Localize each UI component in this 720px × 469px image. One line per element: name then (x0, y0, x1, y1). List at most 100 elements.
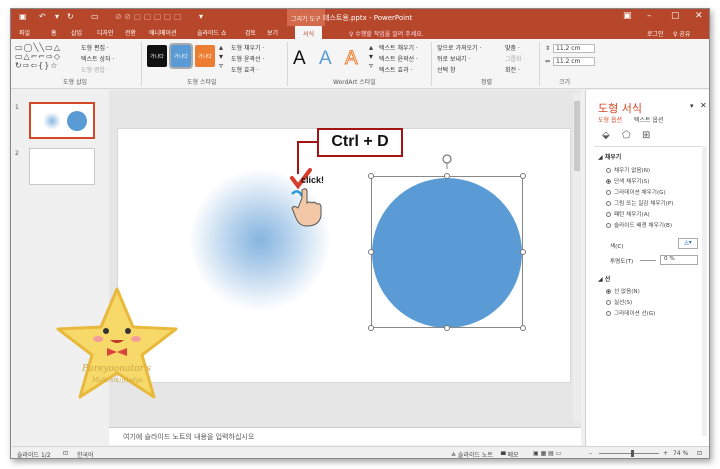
maximize-icon[interactable]: ▢ (671, 11, 680, 21)
merge-shapes-button[interactable]: 도형 병합 · (81, 65, 109, 74)
undo-dropdown-icon[interactable]: ▾ (55, 12, 59, 21)
zoom-slider[interactable] (599, 453, 659, 454)
minimize-icon[interactable]: – (647, 11, 652, 21)
customize-qat-icon[interactable]: ▾ (199, 12, 203, 21)
radio-button[interactable] (606, 223, 611, 228)
comments-button[interactable]: ▀ 메모 (501, 450, 519, 458)
tab-insert[interactable]: 삽입 (71, 28, 82, 37)
radio-option-line_options-0[interactable]: 선 없음(N) (606, 287, 640, 295)
radio-button[interactable] (606, 300, 611, 305)
wordart-style-blue[interactable]: A (319, 48, 332, 70)
tab-format[interactable]: 서식 (295, 26, 323, 39)
group-button[interactable]: 그룹화 · (505, 54, 525, 63)
shape-gallery[interactable]: ▭◯╲╲▭△ ▭△⌐⌐⇨◇ ↻⇨⇦{}☆ (15, 43, 77, 73)
shape-outline-button[interactable]: 도형 윤곽선 · (231, 54, 264, 63)
tab-design[interactable]: 디자인 (97, 28, 114, 37)
fill-section-header[interactable]: ◢ 채우기 (598, 152, 621, 161)
width-field[interactable]: 11.2 cm (553, 57, 595, 66)
size-properties-icon[interactable]: ⊞ (642, 130, 650, 141)
fit-to-window-icon[interactable]: ⊡ (697, 450, 702, 457)
radio-option-fill_options-0[interactable]: 채우기 없음(N) (606, 166, 650, 174)
wordart-gallery-scroll-icon[interactable]: ▴ ▾ ▿ (369, 43, 373, 70)
radio-button[interactable] (606, 289, 611, 294)
effects-icon[interactable]: ⬠ (622, 130, 631, 141)
notes-area[interactable]: 여기에 슬라이드 노트의 내용을 입력하십시오 (109, 427, 581, 445)
radio-option-fill_options-1[interactable]: 단색 채우기(S) (606, 177, 649, 185)
text-box-button[interactable]: 텍스트 상자 · (81, 54, 114, 63)
radio-option-fill_options-2[interactable]: 그라데이션 채우기(G) (606, 188, 666, 196)
transparency-input[interactable]: 0 % (660, 255, 698, 265)
tab-transitions[interactable]: 전환 (125, 28, 136, 37)
zoom-in-icon[interactable]: + (663, 450, 668, 457)
save-icon[interactable]: ▣ (19, 12, 27, 21)
radio-button[interactable] (606, 201, 611, 206)
shape-style-black[interactable]: 가나다 (147, 45, 167, 67)
bring-forward-button[interactable]: 앞으로 가져오기 · (437, 43, 481, 52)
tab-slideshow[interactable]: 슬라이드 쇼 (197, 28, 227, 37)
fill-line-icon[interactable]: ⬙ (602, 130, 610, 141)
shape-style-orange[interactable]: 가나다 (195, 45, 215, 67)
edit-shape-button[interactable]: 도형 편집 · (81, 43, 109, 52)
scrollbar-thumb[interactable] (574, 101, 580, 171)
height-field[interactable]: 11.2 cm (553, 44, 595, 53)
resize-handle[interactable] (368, 325, 374, 331)
tab-text-options[interactable]: 텍스트 옵션 (634, 115, 664, 124)
rotate-handle-icon[interactable] (440, 153, 454, 169)
radio-option-fill_options-3[interactable]: 그림 또는 질감 채우기(P) (606, 199, 673, 207)
undo-icon[interactable]: ↶ (39, 12, 46, 21)
language-indicator[interactable]: 한국어 (77, 450, 94, 458)
redo-icon[interactable]: ↻ (67, 12, 74, 21)
tab-animations[interactable]: 애니메이션 (149, 28, 177, 37)
start-slideshow-icon[interactable]: ▭ (91, 12, 99, 21)
tab-review[interactable]: 검토 (245, 28, 256, 37)
resize-handle[interactable] (520, 173, 526, 179)
shape-effects-button[interactable]: 도형 효과 · (231, 65, 259, 74)
slide-thumbnail-2[interactable] (29, 148, 95, 185)
radio-button[interactable] (606, 311, 611, 316)
text-outline-button[interactable]: 텍스트 윤곽선 · (379, 54, 418, 63)
spellcheck-icon[interactable]: ⊡ (63, 450, 68, 457)
zoom-slider-handle[interactable] (631, 450, 634, 457)
zoom-out-icon[interactable]: – (589, 450, 592, 457)
text-fill-button[interactable]: 텍스트 채우기 · (379, 43, 418, 52)
wordart-style-black[interactable]: A (293, 48, 306, 70)
tab-home[interactable]: 홈 (51, 28, 57, 37)
resize-handle[interactable] (368, 249, 374, 255)
notes-toggle-button[interactable]: ≙ 슬라이드 노트 (451, 450, 493, 458)
share-button[interactable]: ♀ 공유 (673, 29, 690, 38)
radio-option-fill_options-5[interactable]: 슬라이드 배경 채우기(B) (606, 221, 672, 229)
close-icon[interactable]: ✕ (695, 11, 703, 21)
resize-handle[interactable] (520, 249, 526, 255)
radio-option-line_options-2[interactable]: 그라데이션 선(G) (606, 309, 655, 317)
radio-option-line_options-1[interactable]: 실선(S) (606, 298, 632, 306)
resize-handle[interactable] (444, 173, 450, 179)
pane-close-icon[interactable]: ✕ (700, 101, 707, 110)
shape-fill-button[interactable]: 도형 채우기 · (231, 43, 264, 52)
resize-handle[interactable] (520, 325, 526, 331)
view-buttons[interactable]: ▣ ▦ ▤ ▭ (533, 450, 561, 457)
rotate-button[interactable]: 회전 · (505, 65, 520, 74)
radio-button[interactable] (606, 168, 611, 173)
radio-option-fill_options-4[interactable]: 패턴 채우기(A) (606, 210, 650, 218)
resize-handle[interactable] (368, 173, 374, 179)
style-gallery-scroll-icon[interactable]: ▴ ▾ ▿ (219, 43, 223, 70)
zoom-level[interactable]: 74 % (673, 450, 688, 457)
align-button[interactable]: 맞춤 · (505, 43, 520, 52)
selection-pane-button[interactable]: 선택 창 (437, 65, 455, 74)
wordart-style-outline[interactable]: A (345, 48, 359, 70)
radio-button[interactable] (606, 212, 611, 217)
slide-thumbnail-1[interactable] (29, 102, 95, 139)
radio-button[interactable] (606, 179, 611, 184)
radio-button[interactable] (606, 190, 611, 195)
tab-file[interactable]: 파일 (19, 28, 30, 37)
send-backward-button[interactable]: 뒤로 보내기 · (437, 54, 470, 63)
transparency-slider[interactable] (640, 260, 656, 261)
fill-color-picker[interactable]: ◬▾ (678, 238, 698, 249)
login-link[interactable]: 로그인 (647, 29, 664, 38)
pane-scrollbar[interactable] (702, 146, 707, 436)
ribbon-display-icon[interactable]: ▣ (623, 11, 632, 21)
text-effects-button[interactable]: 텍스트 효과 · (379, 65, 412, 74)
shape-style-blue[interactable]: 가나다 (169, 43, 193, 69)
resize-handle[interactable] (444, 325, 450, 331)
tell-me-search[interactable]: ♀ 수행할 작업을 알려 주세요. (349, 29, 424, 38)
